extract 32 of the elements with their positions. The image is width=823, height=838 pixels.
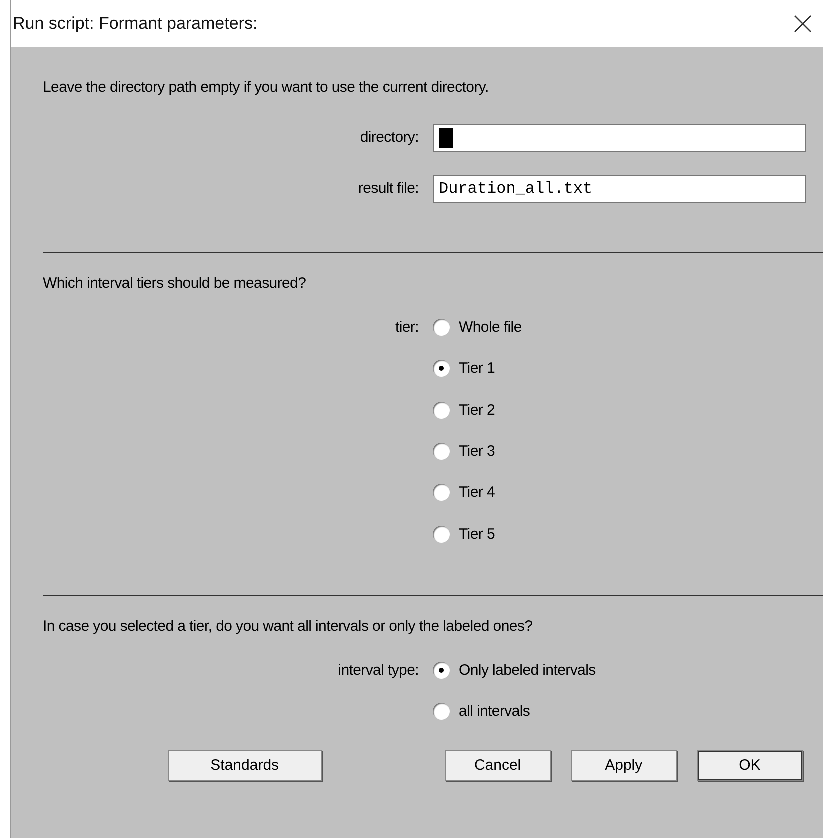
instruction-text: Leave the directory path empty if you want to use the current directory. [43, 79, 490, 96]
window-title: Run script: Formant parameters: [13, 14, 258, 34]
close-icon [794, 14, 812, 32]
radio-button[interactable] [433, 319, 450, 336]
radio-option[interactable]: Tier 1 [433, 360, 823, 378]
radio-option[interactable]: Tier 4 [433, 484, 823, 502]
field-label: result file: [358, 180, 419, 197]
option-label: interval type: [338, 662, 419, 679]
dialog-button[interactable]: Apply [570, 750, 677, 782]
input-field[interactable]: Duration_all.txt [433, 174, 806, 202]
radio-option[interactable]: Tier 3 [433, 443, 823, 460]
dialog-button[interactable]: OK [696, 750, 803, 782]
radio-button[interactable] [433, 360, 450, 378]
radio-button[interactable] [433, 703, 450, 720]
radio-button[interactable] [433, 662, 450, 679]
text-cursor-icon [439, 128, 453, 148]
radio-option[interactable]: Only labeled intervals [433, 662, 823, 679]
radio-option[interactable]: Tier 5 [433, 526, 823, 543]
radio-option[interactable]: Tier 2 [433, 402, 823, 419]
radio-button[interactable] [433, 402, 450, 419]
radio-button[interactable] [433, 526, 450, 543]
radio-button[interactable] [433, 443, 450, 460]
input-field[interactable] [433, 124, 806, 152]
instruction-text: In case you selected a tier, do you want all intervals or only the labeled ones? [43, 618, 534, 635]
field-label: directory: [360, 129, 419, 146]
instruction-text: Which interval tiers should be measured? [43, 275, 308, 292]
option-label: tier: [395, 319, 419, 336]
radio-button[interactable] [433, 484, 450, 502]
dialog-button[interactable]: Cancel [444, 750, 551, 782]
radio-option[interactable]: all intervals [433, 703, 823, 720]
dialog-button[interactable]: Standards [168, 750, 322, 782]
radio-option[interactable]: Whole file [433, 319, 823, 336]
